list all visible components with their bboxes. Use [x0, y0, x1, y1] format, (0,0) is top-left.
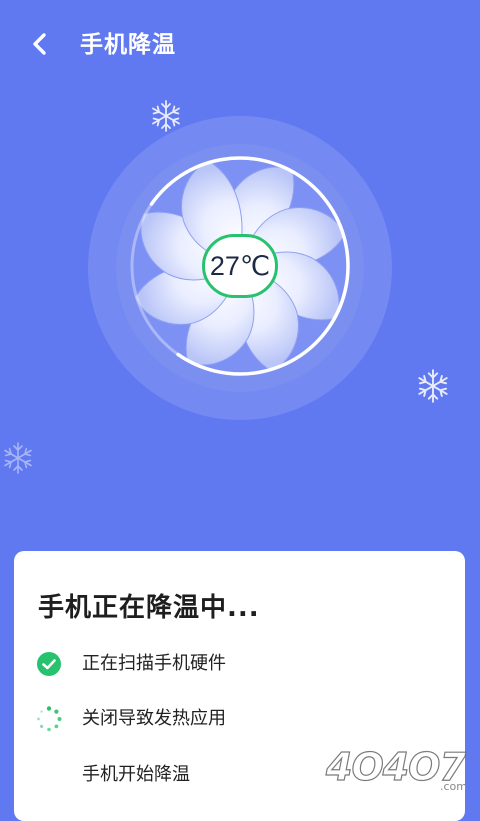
loading-spinner-icon [37, 706, 62, 732]
temperature-badge: 27℃ [202, 234, 278, 298]
step-scan-hardware: 正在扫描手机硬件 [36, 649, 436, 679]
snowflake-icon [418, 369, 448, 403]
card-title: 手机正在降温中... [38, 593, 260, 623]
step-close-apps: 关闭导致发热应用 [36, 704, 436, 734]
back-button[interactable] [22, 26, 58, 62]
step-label: 手机开始降温 [82, 764, 190, 785]
step-label: 关闭导致发热应用 [82, 708, 226, 729]
snowflake-icon [4, 442, 32, 474]
temperature-value: 27℃ [209, 250, 271, 281]
back-chevron-icon [33, 33, 46, 55]
svg-text:.com: .com [440, 780, 467, 793]
app-header: 手机降温 [0, 0, 480, 92]
page-title: 手机降温 [80, 32, 176, 58]
step-label: 正在扫描手机硬件 [82, 653, 226, 674]
watermark-logo: 4O4O7 .com [324, 744, 468, 793]
check-circle-icon [37, 652, 61, 676]
